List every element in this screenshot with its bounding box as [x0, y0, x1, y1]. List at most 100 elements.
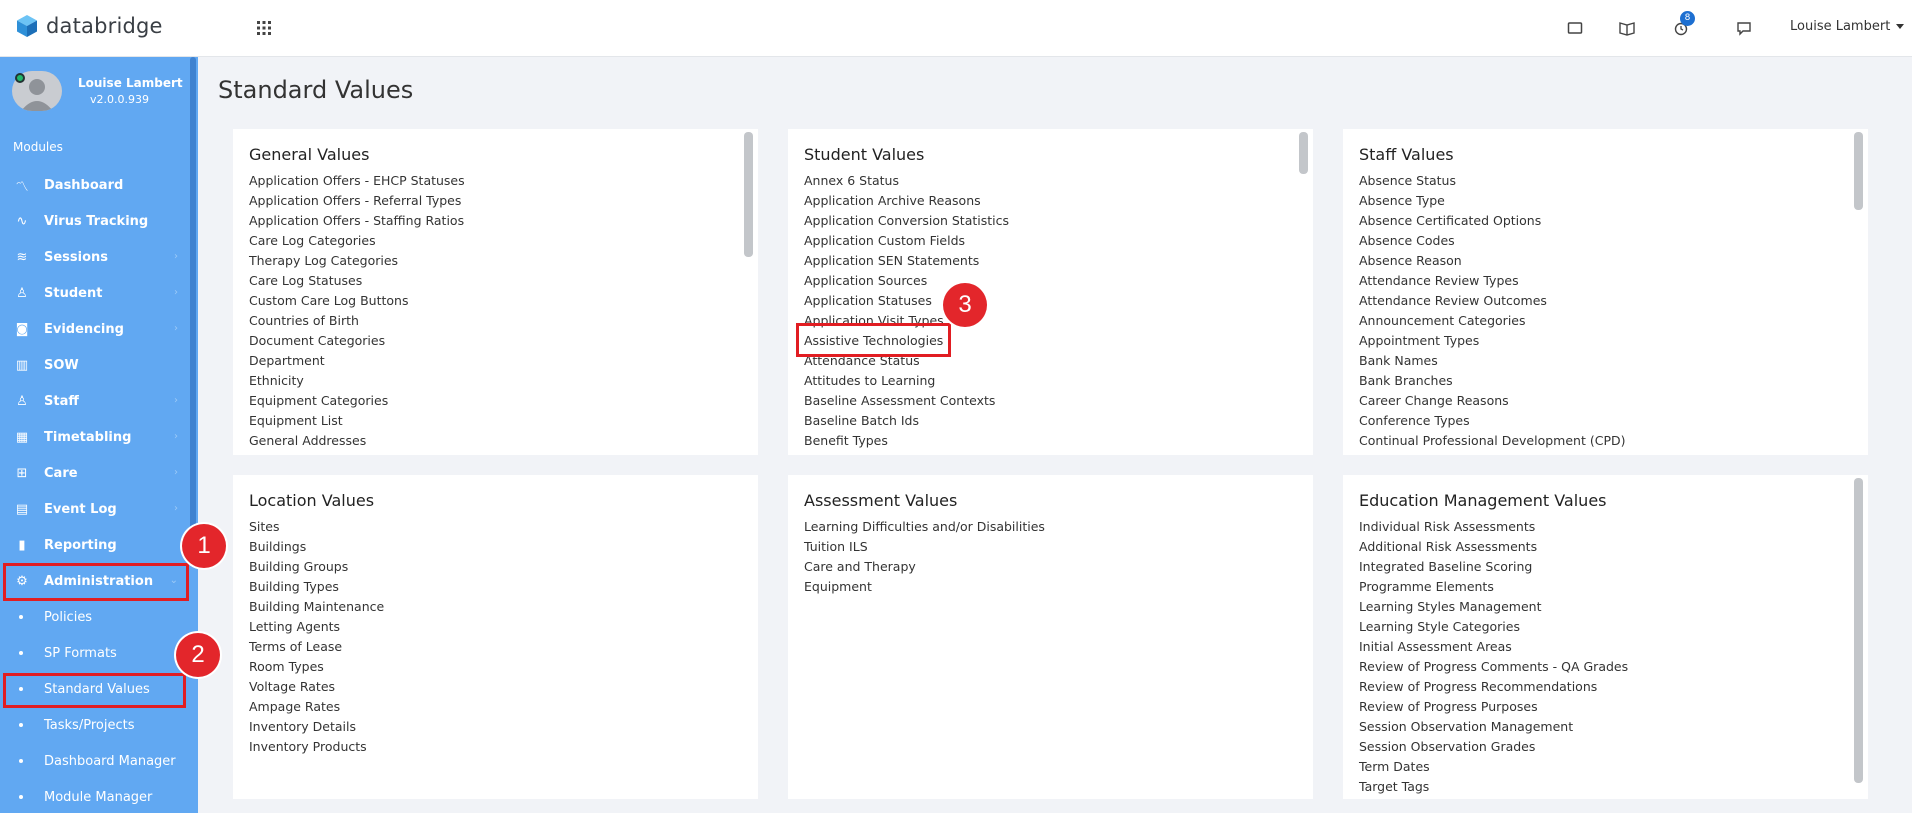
list-item[interactable]: Initial Assessment Areas: [1359, 637, 1628, 657]
list-item[interactable]: Application Offers - Staffing Ratios: [249, 211, 465, 231]
list-item[interactable]: Application Conversion Statistics: [804, 211, 1009, 231]
sidebar-item-student[interactable]: ♙ Student ›: [0, 275, 190, 311]
chat-icon[interactable]: [1735, 19, 1753, 37]
list-item[interactable]: Application Custom Fields: [804, 231, 1009, 251]
list-item[interactable]: Individual Risk Assessments: [1359, 517, 1628, 537]
list-item[interactable]: Bank Names: [1359, 351, 1626, 371]
sidebar-item-care[interactable]: ⊞ Care ›: [0, 455, 190, 491]
list-item[interactable]: Additional Risk Assessments: [1359, 537, 1628, 557]
sidebar-subitem-tasks-projects[interactable]: Tasks/Projects: [0, 707, 190, 743]
sidebar-item-event-log[interactable]: ▤ Event Log ›: [0, 491, 190, 527]
list-item[interactable]: Appointment Types: [1359, 331, 1626, 351]
list-item[interactable]: Attendance Review Types: [1359, 271, 1626, 291]
list-item[interactable]: Baseline Assessment Contexts: [804, 391, 1009, 411]
list-item[interactable]: Attitudes to Learning: [804, 371, 1009, 391]
sidebar-item-virus-tracking[interactable]: ∿ Virus Tracking: [0, 203, 190, 239]
list-item[interactable]: Bank Branches: [1359, 371, 1626, 391]
list-item[interactable]: Buildings: [249, 537, 384, 557]
sidebar-subitem-policies[interactable]: Policies: [0, 599, 190, 635]
list-item[interactable]: Inventory Products: [249, 737, 384, 757]
list-item[interactable]: Integrated Baseline Scoring: [1359, 557, 1628, 577]
panel-scrollbar[interactable]: [1854, 478, 1863, 783]
list-item[interactable]: Learning Difficulties and/or Disabilitie…: [804, 517, 1045, 537]
list-item[interactable]: Tuition ILS: [804, 537, 1045, 557]
sidebar-scrollbar[interactable]: [190, 57, 196, 567]
apps-grid-icon[interactable]: [256, 20, 272, 36]
list-item[interactable]: Care Log Categories: [249, 231, 465, 251]
list-item[interactable]: Review of Progress Comments - QA Grades: [1359, 657, 1628, 677]
sidebar-subitem-module-manager[interactable]: Module Manager: [0, 779, 190, 813]
list-item[interactable]: Equipment: [804, 577, 1045, 597]
panel-scrollbar[interactable]: [1299, 132, 1308, 174]
list-item[interactable]: Sites: [249, 517, 384, 537]
list-item[interactable]: Session Observation Grades: [1359, 737, 1628, 757]
app-logo[interactable]: databridge: [16, 14, 163, 38]
list-item[interactable]: Annex 6 Status: [804, 171, 1009, 191]
sidebar-subitem-dashboard-manager[interactable]: Dashboard Manager: [0, 743, 190, 779]
list-item[interactable]: Review of Progress Purposes: [1359, 697, 1628, 717]
list-item[interactable]: Career Change Reasons: [1359, 391, 1626, 411]
list-item[interactable]: Department: [249, 351, 465, 371]
list-item[interactable]: Care and Therapy: [804, 557, 1045, 577]
list-item[interactable]: Learning Style Categories: [1359, 617, 1628, 637]
list-item[interactable]: Absence Type: [1359, 191, 1626, 211]
list-item[interactable]: Target Tags: [1359, 777, 1628, 797]
list-item[interactable]: Ampage Rates: [249, 697, 384, 717]
list-item[interactable]: Conference Types: [1359, 411, 1626, 431]
sidebar-item-sessions[interactable]: ≋ Sessions ›: [0, 239, 190, 275]
sidebar-item-dashboard[interactable]: 〽 Dashboard: [0, 167, 190, 203]
sidebar-subitem-sp-formats[interactable]: SP Formats: [0, 635, 190, 671]
list-item[interactable]: Terms of Lease: [249, 637, 384, 657]
list-item[interactable]: Application Offers - EHCP Statuses: [249, 171, 465, 191]
list-item[interactable]: Custom Care Log Buttons: [249, 291, 465, 311]
list-item[interactable]: Therapy Log Categories: [249, 251, 465, 271]
tablet-icon[interactable]: [1566, 19, 1584, 37]
user-menu[interactable]: Louise Lambert: [1790, 19, 1905, 34]
sidebar-item-reporting[interactable]: ▮ Reporting: [0, 527, 190, 563]
user-menu-label: Louise Lambert: [1790, 19, 1891, 34]
list-item[interactable]: Term Dates: [1359, 757, 1628, 777]
sidebar-item-staff[interactable]: ♙ Staff ›: [0, 383, 190, 419]
list-item[interactable]: Room Types: [249, 657, 384, 677]
list-item[interactable]: Baseline Batch Ids: [804, 411, 1009, 431]
list-item[interactable]: Building Maintenance: [249, 597, 384, 617]
panel-scrollbar[interactable]: [744, 132, 753, 257]
list-item[interactable]: Announcement Categories: [1359, 311, 1626, 331]
sidebar-item-sow[interactable]: ▥ SOW: [0, 347, 190, 383]
list-item[interactable]: Application Archive Reasons: [804, 191, 1009, 211]
list-item[interactable]: Continual Professional Development (CPD): [1359, 431, 1626, 451]
list-item[interactable]: Care Log Statuses: [249, 271, 465, 291]
list-item[interactable]: Building Groups: [249, 557, 384, 577]
list-item[interactable]: Inventory Details: [249, 717, 384, 737]
list-item[interactable]: Ethnicity: [249, 371, 465, 391]
book-icon[interactable]: [1618, 19, 1636, 37]
panel-location-values: Location Values Sites Buildings Building…: [233, 475, 758, 799]
list-item[interactable]: Absence Reason: [1359, 251, 1626, 271]
list-item[interactable]: Absence Status: [1359, 171, 1626, 191]
list-item[interactable]: Letting Agents: [249, 617, 384, 637]
bullet-icon: [19, 651, 23, 655]
sidebar-item-timetabling[interactable]: ▦ Timetabling ›: [0, 419, 190, 455]
list-item[interactable]: Equipment Categories: [249, 391, 465, 411]
list-item[interactable]: Attendance Review Outcomes: [1359, 291, 1626, 311]
list-item[interactable]: Programme Elements: [1359, 577, 1628, 597]
list-item[interactable]: Document Categories: [249, 331, 465, 351]
list-item[interactable]: Equipment List: [249, 411, 465, 431]
list-item[interactable]: Absence Codes: [1359, 231, 1626, 251]
sidebar-item-evidencing[interactable]: ◙ Evidencing ›: [0, 311, 190, 347]
list-item[interactable]: Benefit Types: [804, 431, 1009, 451]
list-item[interactable]: Session Observation Management: [1359, 717, 1628, 737]
list-item[interactable]: Learning Styles Management: [1359, 597, 1628, 617]
list-item[interactable]: Building Types: [249, 577, 384, 597]
chevron-right-icon: ›: [174, 395, 178, 406]
list-item[interactable]: Application SEN Statements: [804, 251, 1009, 271]
list-item[interactable]: Countries of Birth: [249, 311, 465, 331]
staff-icon: ♙: [16, 393, 28, 409]
list-item[interactable]: Voltage Rates: [249, 677, 384, 697]
list-item[interactable]: General Addresses: [249, 431, 465, 451]
list-item[interactable]: Absence Certificated Options: [1359, 211, 1626, 231]
panel-scrollbar[interactable]: [1854, 132, 1863, 210]
list-item[interactable]: Application Offers - Referral Types: [249, 191, 465, 211]
list-item[interactable]: Review of Progress Recommendations: [1359, 677, 1628, 697]
sidebar-item-label: Student: [44, 285, 103, 301]
